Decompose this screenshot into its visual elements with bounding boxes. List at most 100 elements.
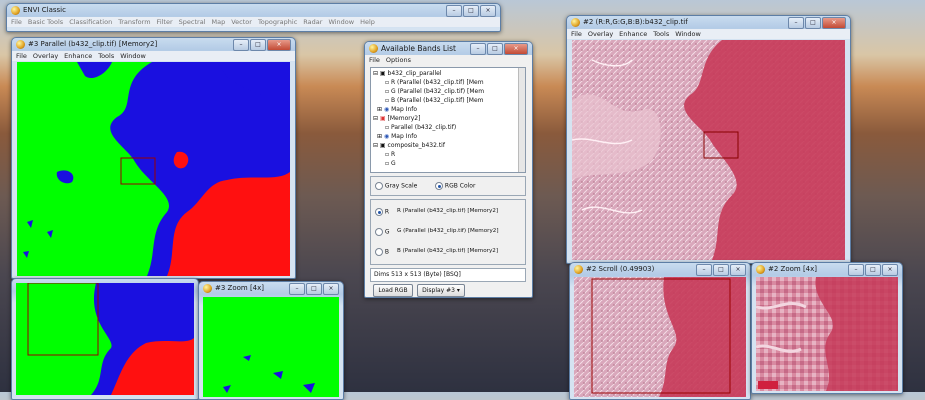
display3-title: #3 Parallel (b432_clip.tif) [Memory2] [28,40,158,48]
menu-spectral[interactable]: Spectral [179,17,206,27]
zoom-image-display3[interactable] [203,297,339,397]
display3-zoom-window: #3 Zoom [4x] – □ × [198,281,344,400]
tree-scrollbar[interactable] [518,68,525,172]
display3-scroll-window [11,278,199,400]
tree-item-file[interactable]: ⊟ ▣ b432_clip_parallel [373,70,442,78]
maximize-button[interactable]: □ [487,43,503,55]
display2-scroll-window: #2 Scroll (0.49903) – □ × [569,262,751,400]
tree-item-band-g[interactable]: ▫ G (Parallel (b432_clip.tif) [Mem [385,88,484,96]
menu-window[interactable]: Window [120,51,146,61]
menu-enhance[interactable]: Enhance [619,29,647,39]
r-channel-band: R (Parallel (b432_clip.tif) [Memory2] [397,208,499,214]
maximize-button[interactable]: □ [306,283,322,295]
display3-image-window: #3 Parallel (b432_clip.tif) [Memory2] – … [11,37,296,279]
tree-item-map-info[interactable]: ⊞ ◉ Map Info [377,106,417,114]
r-channel-option[interactable]: R [375,208,389,216]
scroll-image-display2[interactable] [574,277,746,397]
menu-enhance[interactable]: Enhance [64,51,92,61]
menu-radar[interactable]: Radar [303,17,322,27]
display3-menubar: File Overlay Enhance Tools Window [12,51,295,61]
close-button[interactable]: × [882,264,898,276]
menu-classification[interactable]: Classification [69,17,112,27]
tree-item-memory-band[interactable]: ▫ Parallel (b432_clip.tif) [385,124,456,132]
rgb-band-assignments: R R (Parallel (b432_clip.tif) [Memory2] … [370,199,526,265]
menu-map[interactable]: Map [212,17,226,27]
band-tree[interactable]: ⊟ ▣ b432_clip_parallel ▫ R (Parallel (b4… [370,67,526,173]
g-channel-option[interactable]: G [375,228,390,236]
menu-tools[interactable]: Tools [653,29,669,39]
close-button[interactable]: × [323,283,339,295]
menu-tools[interactable]: Tools [98,51,114,61]
close-button[interactable]: × [504,43,528,55]
menu-vector[interactable]: Vector [231,17,252,27]
display3-zoom-title: #3 Zoom [4x] [215,284,265,292]
load-rgb-button[interactable]: Load RGB [373,284,413,297]
display2-titlebar[interactable]: #2 (R:R,G:G,B:B):b432_clip.tif – □ × [567,16,850,29]
false-color-image-display2[interactable] [572,40,845,260]
gray-scale-option[interactable]: Gray Scale [375,182,417,190]
close-button[interactable]: × [822,17,846,29]
envi-main-titlebar[interactable]: ENVI Classic – □ × [7,4,500,17]
display-dropdown[interactable]: Display #3 ▾ [417,284,465,297]
menu-basic-tools[interactable]: Basic Tools [28,17,63,27]
display2-title: #2 (R:R,G:G,B:B):b432_clip.tif [583,18,688,26]
minimize-button[interactable]: – [470,43,486,55]
maximize-button[interactable]: □ [865,264,881,276]
close-button[interactable]: × [480,5,496,17]
close-button[interactable]: × [267,39,291,51]
maximize-button[interactable]: □ [463,5,479,17]
minimize-button[interactable]: – [233,39,249,51]
available-bands-list-window: Available Bands List – □ × File Options … [364,41,533,298]
menu-file[interactable]: File [571,29,582,39]
menu-window[interactable]: Window [328,17,354,27]
menu-file[interactable]: File [11,17,22,27]
tree-item-band-r[interactable]: ▫ R (Parallel (b432_clip.tif) [Mem [385,79,484,87]
envi-logo-icon [203,284,212,293]
menu-transform[interactable]: Transform [118,17,150,27]
maximize-button[interactable]: □ [713,264,729,276]
g-channel-band: G (Parallel (b432_clip.tif) [Memory2] [397,228,499,234]
maximize-button[interactable]: □ [805,17,821,29]
tree-item-map-info[interactable]: ⊞ ◉ Map Info [377,133,417,141]
menu-overlay[interactable]: Overlay [33,51,58,61]
classified-image-display3[interactable] [17,62,290,276]
tree-item-file[interactable]: ⊟ ▣ composite_b432.tif [373,142,445,150]
display2-zoom-title: #2 Zoom [4x] [768,265,818,273]
display3-zoom-titlebar[interactable]: #3 Zoom [4x] – □ × [199,282,343,295]
menu-file[interactable]: File [16,51,27,61]
minimize-button[interactable]: – [788,17,804,29]
close-button[interactable]: × [730,264,746,276]
menu-overlay[interactable]: Overlay [588,29,613,39]
scroll-image-display3[interactable] [16,283,194,395]
bands-titlebar[interactable]: Available Bands List – □ × [365,42,532,55]
b-channel-band: B (Parallel (b432_clip.tif) [Memory2] [397,248,499,254]
envi-logo-icon [756,265,765,274]
color-mode-group: Gray Scale RGB Color [370,176,526,196]
dims-info: Dims 513 x 513 (Byte) [BSQ] [370,268,526,282]
display2-image-window: #2 (R:R,G:G,B:B):b432_clip.tif – □ × Fil… [566,15,851,264]
minimize-button[interactable]: – [696,264,712,276]
menu-window[interactable]: Window [675,29,701,39]
b-channel-option[interactable]: B [375,248,389,256]
zoom-image-display2[interactable] [756,277,898,391]
display3-titlebar[interactable]: #3 Parallel (b432_clip.tif) [Memory2] – … [12,38,295,51]
menu-help[interactable]: Help [360,17,375,27]
menu-file[interactable]: File [369,55,380,65]
tree-item-band-g[interactable]: ▫ G [385,160,396,168]
minimize-button[interactable]: – [289,283,305,295]
tree-item-band-b[interactable]: ▫ B (Parallel (b432_clip.tif) [Mem [385,97,484,105]
envi-logo-icon [11,6,20,15]
minimize-button[interactable]: – [446,5,462,17]
display2-zoom-titlebar[interactable]: #2 Zoom [4x] – □ × [752,263,902,276]
menu-topographic[interactable]: Topographic [258,17,297,27]
tree-item-memory-file[interactable]: ⊟ ▣ [Memory2] [373,115,420,123]
menu-options[interactable]: Options [386,55,411,65]
rgb-color-option[interactable]: RGB Color [435,182,475,190]
minimize-button[interactable]: – [848,264,864,276]
menu-filter[interactable]: Filter [157,17,173,27]
tree-item-band-r[interactable]: ▫ R [385,151,395,159]
display2-scroll-titlebar[interactable]: #2 Scroll (0.49903) – □ × [570,263,750,276]
envi-logo-icon [16,40,25,49]
dims-text: Dims 513 x 513 (Byte) [BSQ] [374,271,461,278]
maximize-button[interactable]: □ [250,39,266,51]
